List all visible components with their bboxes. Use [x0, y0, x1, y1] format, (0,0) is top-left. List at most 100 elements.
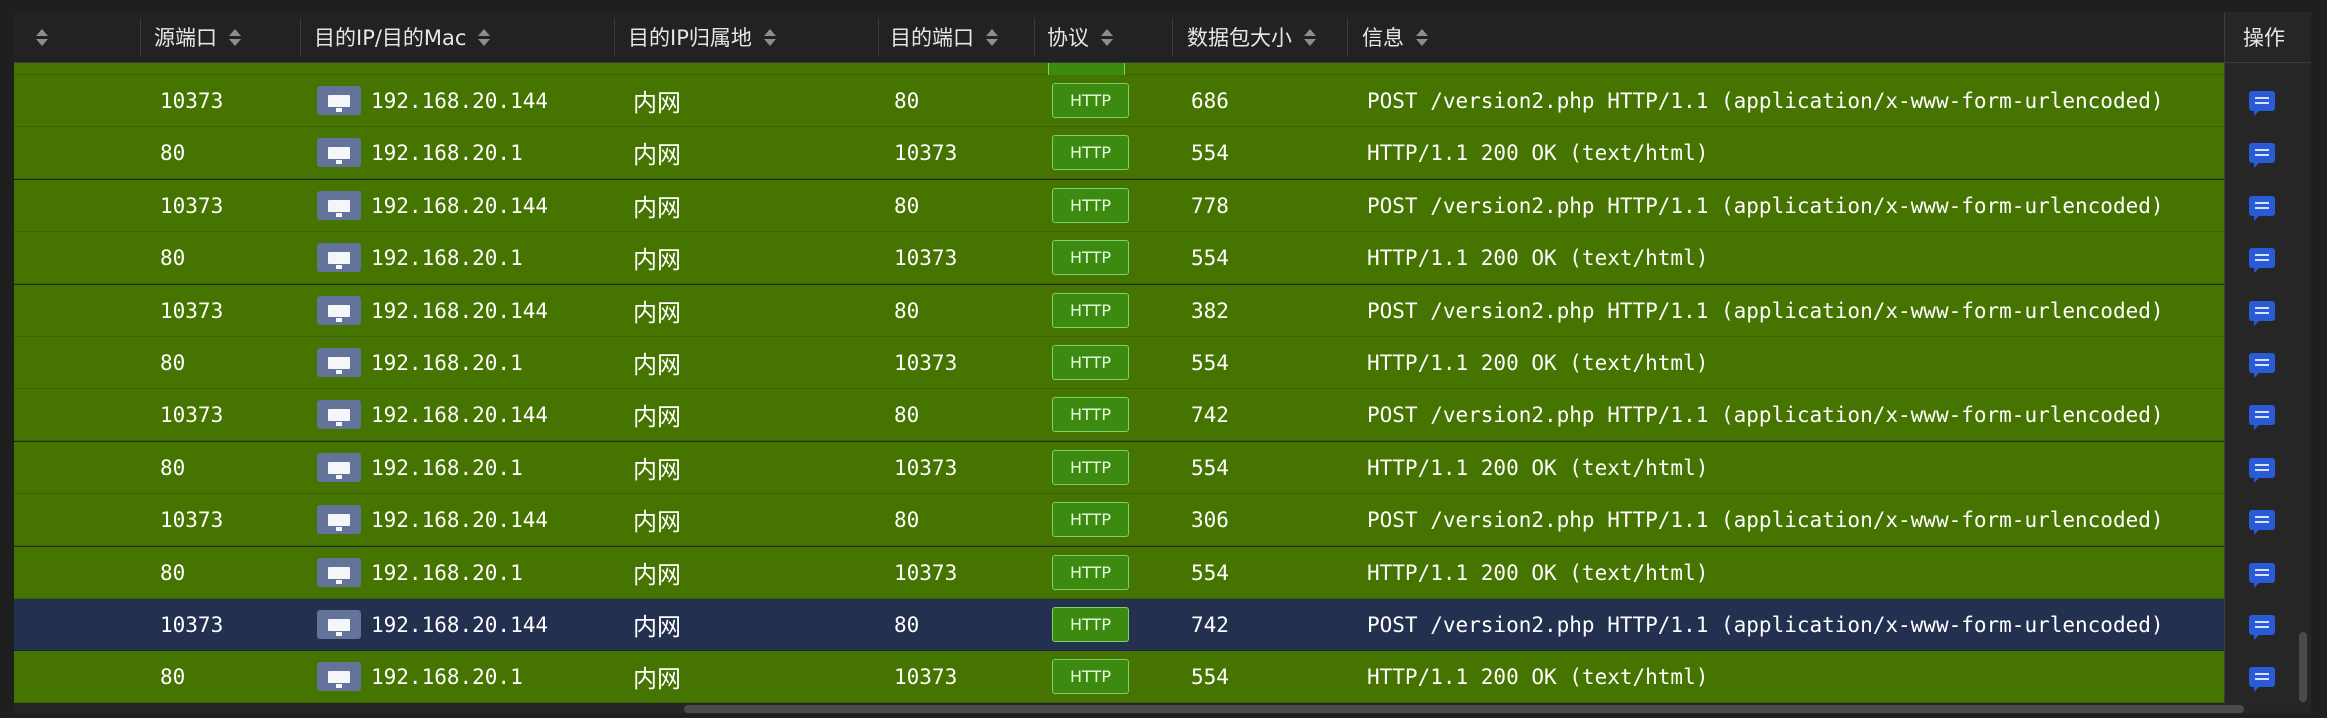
message-detail-icon[interactable] [2249, 458, 2275, 483]
dst-port-cell: 10373 [894, 560, 958, 585]
computer-monitor-icon [317, 243, 361, 272]
message-detail-icon[interactable] [2249, 510, 2275, 535]
location-cell: 内网 [633, 141, 681, 169]
message-detail-icon[interactable] [2249, 563, 2275, 588]
table-row[interactable]: 10373 192.168.20.144 内网 80 HTTP 306 POST /vers… [14, 494, 2224, 546]
table-row[interactable]: 80 192.168.20.1 内网 10373 HTTP 554 HTTP/1.1 200… [14, 337, 2224, 389]
info-cell: POST /version2.php HTTP/1.1 (application… [1367, 612, 2164, 637]
dst-ip-text: 192.168.20.1 [371, 140, 523, 165]
protocol-cell: HTTP [1052, 180, 1129, 231]
computer-monitor-icon [317, 86, 361, 115]
column-header-protocol[interactable]: 协议 [1047, 12, 1113, 62]
computer-monitor-icon [317, 191, 361, 220]
info-cell: HTTP/1.1 200 OK (text/html) [1367, 245, 1709, 270]
protocol-badge: HTTP [1052, 397, 1129, 432]
table-row[interactable]: 80 192.168.20.1 内网 10373 HTTP 554 HTTP/1.1 200… [14, 442, 2224, 494]
protocol-cell: HTTP [1052, 547, 1129, 598]
src-port-cell: 10373 [160, 507, 224, 532]
src-port-cell: 80 [160, 140, 186, 165]
column-header-operation: 操作 [2224, 12, 2311, 62]
column-header-dst-location[interactable]: 目的IP归属地 [628, 12, 776, 62]
sort-caret-icon[interactable] [229, 28, 241, 46]
sort-caret-icon[interactable] [1416, 28, 1428, 46]
size-cell: 306 [1191, 507, 1229, 532]
protocol-cell: HTTP [1052, 337, 1129, 388]
protocol-cell: HTTP [1052, 232, 1129, 283]
info-cell: POST /version2.php HTTP/1.1 (application… [1367, 507, 2164, 532]
column-header-src-port[interactable]: 源端口 [154, 12, 241, 62]
sort-caret-icon[interactable] [1101, 28, 1113, 46]
table-row[interactable]: 80 192.168.20.1 内网 10373 HTTP 554 HTTP/1.1 200… [14, 127, 2224, 179]
dst-port-cell: 10373 [894, 140, 958, 165]
dst-ip-cell: 192.168.20.1 [317, 442, 523, 493]
info-cell: HTTP/1.1 200 OK (text/html) [1367, 664, 1709, 689]
horizontal-scrollbar[interactable] [684, 705, 2244, 713]
src-port-cell: 10373 [160, 402, 224, 427]
info-cell: POST /version2.php HTTP/1.1 (application… [1367, 298, 2164, 323]
dst-ip-cell: 192.168.20.144 [317, 285, 548, 336]
protocol-badge: HTTP [1052, 659, 1129, 694]
dst-port-cell: 80 [894, 193, 920, 218]
column-header-size[interactable]: 数据包大小 [1187, 12, 1316, 62]
dst-ip-text: 192.168.20.144 [371, 193, 549, 218]
message-detail-icon[interactable] [2249, 405, 2275, 430]
table-row[interactable]: 10373 192.168.20.144 内网 80 HTTP 742 POST /vers… [14, 389, 2224, 441]
dst-ip-text: 192.168.20.144 [371, 298, 549, 323]
size-cell: 742 [1191, 402, 1229, 427]
column-header-dst-ip[interactable]: 目的IP/目的Mac [314, 12, 491, 62]
sort-caret-icon[interactable] [478, 28, 491, 46]
src-port-cell: 10373 [160, 298, 224, 323]
size-cell: 554 [1191, 455, 1229, 480]
column-header-dst-port[interactable]: 目的端口 [890, 12, 998, 62]
src-port-cell: 80 [160, 664, 186, 689]
location-cell: 内网 [633, 561, 681, 589]
table-row[interactable]: 80 192.168.20.1 内网 10373 HTTP 554 HTTP/1.1 200… [14, 232, 2224, 284]
dst-port-cell: 10373 [894, 245, 958, 270]
sort-caret-icon[interactable] [1304, 28, 1316, 46]
protocol-badge: HTTP [1052, 450, 1129, 485]
info-cell: HTTP/1.1 200 OK (text/html) [1367, 140, 1709, 165]
size-cell: 742 [1191, 612, 1229, 637]
vertical-scrollbar[interactable] [2299, 632, 2307, 702]
message-detail-icon[interactable] [2249, 667, 2275, 692]
sort-caret-icon[interactable] [986, 28, 998, 46]
dst-ip-cell: 192.168.20.1 [317, 337, 523, 388]
protocol-badge: HTTP [1052, 555, 1129, 590]
column-header-info[interactable]: 信息 [1362, 12, 1428, 62]
message-detail-icon[interactable] [2249, 91, 2275, 116]
dst-port-cell: 10373 [894, 664, 958, 689]
table-row[interactable]: 80 192.168.20.1 内网 10373 HTTP 554 HTTP/1.1 200… [14, 547, 2224, 599]
table-row[interactable]: 10373 192.168.20.144 内网 80 HTTP 742 POST /vers… [14, 599, 2224, 651]
protocol-badge: HTTP [1052, 502, 1129, 537]
dst-ip-text: 192.168.20.144 [371, 612, 549, 637]
size-cell: 382 [1191, 298, 1229, 323]
operation-column [2224, 63, 2311, 703]
table-row[interactable]: 10373 192.168.20.144 内网 80 HTTP 778 POST /vers… [14, 180, 2224, 232]
location-cell: 内网 [633, 403, 681, 431]
sort-index-column[interactable] [24, 12, 48, 62]
size-cell: 778 [1191, 193, 1229, 218]
computer-monitor-icon [317, 400, 361, 429]
message-detail-icon[interactable] [2249, 196, 2275, 221]
table-row[interactable]: 10373 192.168.20.144 内网 80 HTTP 686 POST /vers… [14, 75, 2224, 127]
dst-ip-text: 192.168.20.144 [371, 507, 549, 532]
table-row[interactable]: 80 192.168.20.1 内网 10373 HTTP 554 HTTP/1.1 200… [14, 651, 2224, 703]
message-detail-icon[interactable] [2249, 615, 2275, 640]
message-detail-icon[interactable] [2249, 143, 2275, 168]
protocol-badge: HTTP [1052, 607, 1129, 642]
message-detail-icon[interactable] [2249, 248, 2275, 273]
packet-table: 源端口 目的IP/目的Mac 目的IP归属地 目的端口 协议 数据包大小 信息 … [14, 12, 2311, 714]
dst-port-cell: 10373 [894, 350, 958, 375]
info-cell: HTTP/1.1 200 OK (text/html) [1367, 560, 1709, 585]
src-port-cell: 80 [160, 455, 186, 480]
info-cell: POST /version2.php HTTP/1.1 (application… [1367, 88, 2164, 113]
dst-port-cell: 80 [894, 88, 920, 113]
table-row-partial[interactable] [14, 63, 2224, 83]
sort-caret-icon[interactable] [36, 28, 48, 46]
table-row[interactable]: 10373 192.168.20.144 内网 80 HTTP 382 POST /vers… [14, 285, 2224, 337]
src-port-cell: 80 [160, 350, 186, 375]
message-detail-icon[interactable] [2249, 353, 2275, 378]
message-detail-icon[interactable] [2249, 301, 2275, 326]
sort-caret-icon[interactable] [763, 28, 776, 46]
protocol-cell: HTTP [1052, 494, 1129, 545]
